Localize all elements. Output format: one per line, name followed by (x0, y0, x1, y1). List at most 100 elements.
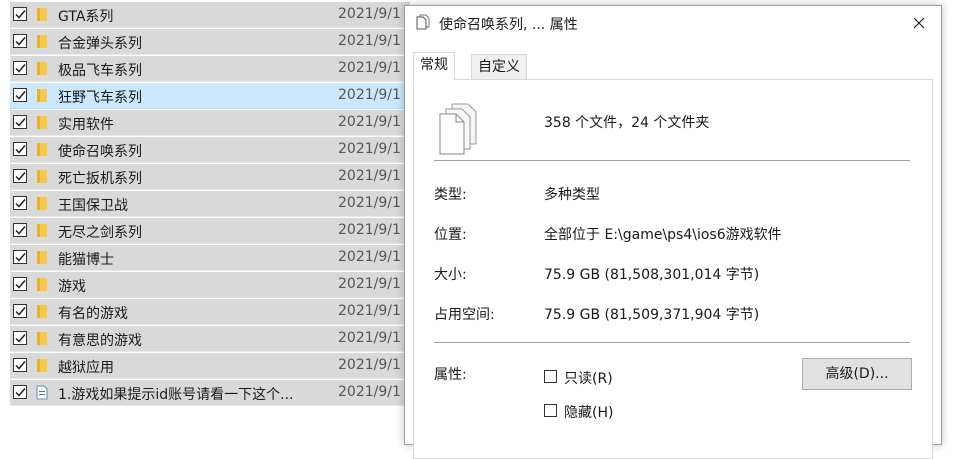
folder-icon (37, 224, 47, 237)
disk-size-value: 75.9 GB (81,509,371,904 字节) (544, 307, 760, 323)
tab-general[interactable]: 常规 (413, 52, 455, 80)
attributes-label: 属性: (434, 367, 467, 383)
file-name[interactable]: 1.游戏如果提示id账号请看一下这个... (58, 384, 293, 404)
checkbox-box[interactable] (544, 370, 557, 383)
file-date: 2021/9/1 (338, 168, 401, 184)
title-bar[interactable]: 使命召唤系列, ... 属性 (405, 6, 941, 40)
file-list: GTA系列 2021/9/1 合金弹头系列 2021/9/1 极品飞车系列 20… (0, 0, 410, 436)
file-name[interactable]: 王国保卫战 (58, 195, 128, 215)
checkbox[interactable] (13, 34, 27, 48)
dialog-title: 使命召唤系列, ... 属性 (439, 17, 578, 33)
file-date: 2021/9/1 (338, 87, 401, 103)
list-item[interactable]: 游戏 2021/9/1 (10, 272, 410, 298)
location-label: 位置: (434, 227, 467, 243)
list-item[interactable]: 狂野飞车系列 2021/9/1 (10, 83, 410, 109)
folder-icon (37, 89, 47, 102)
file-name[interactable]: GTA系列 (58, 6, 113, 26)
folder-icon (37, 278, 47, 291)
folder-icon (37, 35, 47, 48)
divider (434, 342, 910, 343)
multiple-files-icon (439, 103, 477, 155)
size-label: 大小: (434, 267, 467, 283)
file-date: 2021/9/1 (338, 303, 401, 319)
list-item[interactable]: 有意思的游戏 2021/9/1 (10, 326, 410, 352)
hidden-label[interactable]: 隐藏(H) (564, 402, 613, 422)
file-name[interactable]: 狂野飞车系列 (58, 87, 142, 107)
file-date: 2021/9/1 (338, 114, 401, 130)
checkbox[interactable] (13, 358, 27, 372)
file-name[interactable]: 无尽之剑系列 (58, 222, 142, 242)
checkbox[interactable] (13, 385, 27, 399)
list-item[interactable]: 使命召唤系列 2021/9/1 (10, 137, 410, 163)
list-item[interactable]: 越狱应用 2021/9/1 (10, 353, 410, 379)
file-name[interactable]: 有名的游戏 (58, 303, 128, 323)
file-name[interactable]: 死亡扳机系列 (58, 168, 142, 188)
checkbox[interactable] (13, 88, 27, 102)
checkbox[interactable] (13, 169, 27, 183)
list-item[interactable]: 极品飞车系列 2021/9/1 (10, 56, 410, 82)
folder-icon (37, 62, 47, 75)
list-item[interactable]: 能猫博士 2021/9/1 (10, 245, 410, 271)
checkbox[interactable] (13, 115, 27, 129)
file-name[interactable]: 极品飞车系列 (58, 60, 142, 80)
checkbox[interactable] (13, 7, 27, 21)
file-date: 2021/9/1 (338, 357, 401, 373)
file-name[interactable]: 游戏 (58, 276, 86, 296)
selection-summary: 358 个文件，24 个文件夹 (544, 115, 710, 131)
checkbox-box[interactable] (544, 404, 557, 417)
type-value: 多种类型 (544, 187, 600, 203)
list-item[interactable]: 无尽之剑系列 2021/9/1 (10, 218, 410, 244)
folder-icon (37, 251, 47, 264)
disk-size-label: 占用空间: (434, 307, 495, 323)
folder-icon (37, 332, 47, 345)
location-value: 全部位于 E:\game\ps4\ios6游戏软件 (544, 227, 782, 243)
file-date: 2021/9/1 (338, 60, 401, 76)
advanced-button[interactable]: 高级(D)... (802, 358, 912, 390)
file-date: 2021/9/1 (338, 249, 401, 265)
file-name[interactable]: 实用软件 (58, 114, 114, 134)
file-date: 2021/9/1 (338, 384, 401, 400)
file-name[interactable]: 有意思的游戏 (58, 330, 142, 350)
checkbox[interactable] (13, 223, 27, 237)
tab-custom[interactable]: 自定义 (471, 54, 527, 80)
file-name[interactable]: 能猫博士 (58, 249, 114, 269)
general-panel: 358 个文件，24 个文件夹 类型: 多种类型 位置: 全部位于 E:\gam… (413, 79, 933, 459)
list-item[interactable]: 有名的游戏 2021/9/1 (10, 299, 410, 325)
checkbox[interactable] (13, 331, 27, 345)
folder-icon (37, 197, 47, 210)
list-item[interactable]: 实用软件 2021/9/1 (10, 110, 410, 136)
file-date: 2021/9/1 (338, 6, 401, 22)
file-date: 2021/9/1 (338, 276, 401, 292)
close-icon (913, 17, 925, 29)
document-icon (36, 385, 48, 400)
type-label: 类型: (434, 187, 467, 203)
checkbox[interactable] (13, 250, 27, 264)
checkbox[interactable] (13, 196, 27, 210)
file-date: 2021/9/1 (338, 222, 401, 238)
checkbox[interactable] (13, 277, 27, 291)
file-date: 2021/9/1 (338, 330, 401, 346)
file-name[interactable]: 使命召唤系列 (58, 141, 142, 161)
properties-dialog: 使命召唤系列, ... 属性 常规 自定义 358 个文件，24 个文件夹 类型… (404, 5, 942, 459)
files-icon (416, 14, 430, 30)
checkbox[interactable] (13, 61, 27, 75)
list-item[interactable]: 合金弹头系列 2021/9/1 (10, 29, 410, 55)
size-value: 75.9 GB (81,508,301,014 字节) (544, 267, 760, 283)
folder-icon (37, 8, 47, 21)
checkbox[interactable] (13, 304, 27, 318)
list-item[interactable]: GTA系列 2021/9/1 (10, 2, 410, 28)
readonly-label[interactable]: 只读(R) (564, 368, 613, 388)
folder-icon (37, 116, 47, 129)
file-date: 2021/9/1 (338, 33, 401, 49)
divider (434, 160, 910, 161)
folder-icon (37, 305, 47, 318)
folder-icon (37, 143, 47, 156)
list-item[interactable]: 1.游戏如果提示id账号请看一下这个... 2021/9/1 (10, 380, 410, 406)
file-name[interactable]: 合金弹头系列 (58, 33, 142, 53)
close-button[interactable] (907, 12, 931, 34)
checkbox[interactable] (13, 142, 27, 156)
list-item[interactable]: 死亡扳机系列 2021/9/1 (10, 164, 410, 190)
file-date: 2021/9/1 (338, 141, 401, 157)
file-name[interactable]: 越狱应用 (58, 357, 114, 377)
list-item[interactable]: 王国保卫战 2021/9/1 (10, 191, 410, 217)
